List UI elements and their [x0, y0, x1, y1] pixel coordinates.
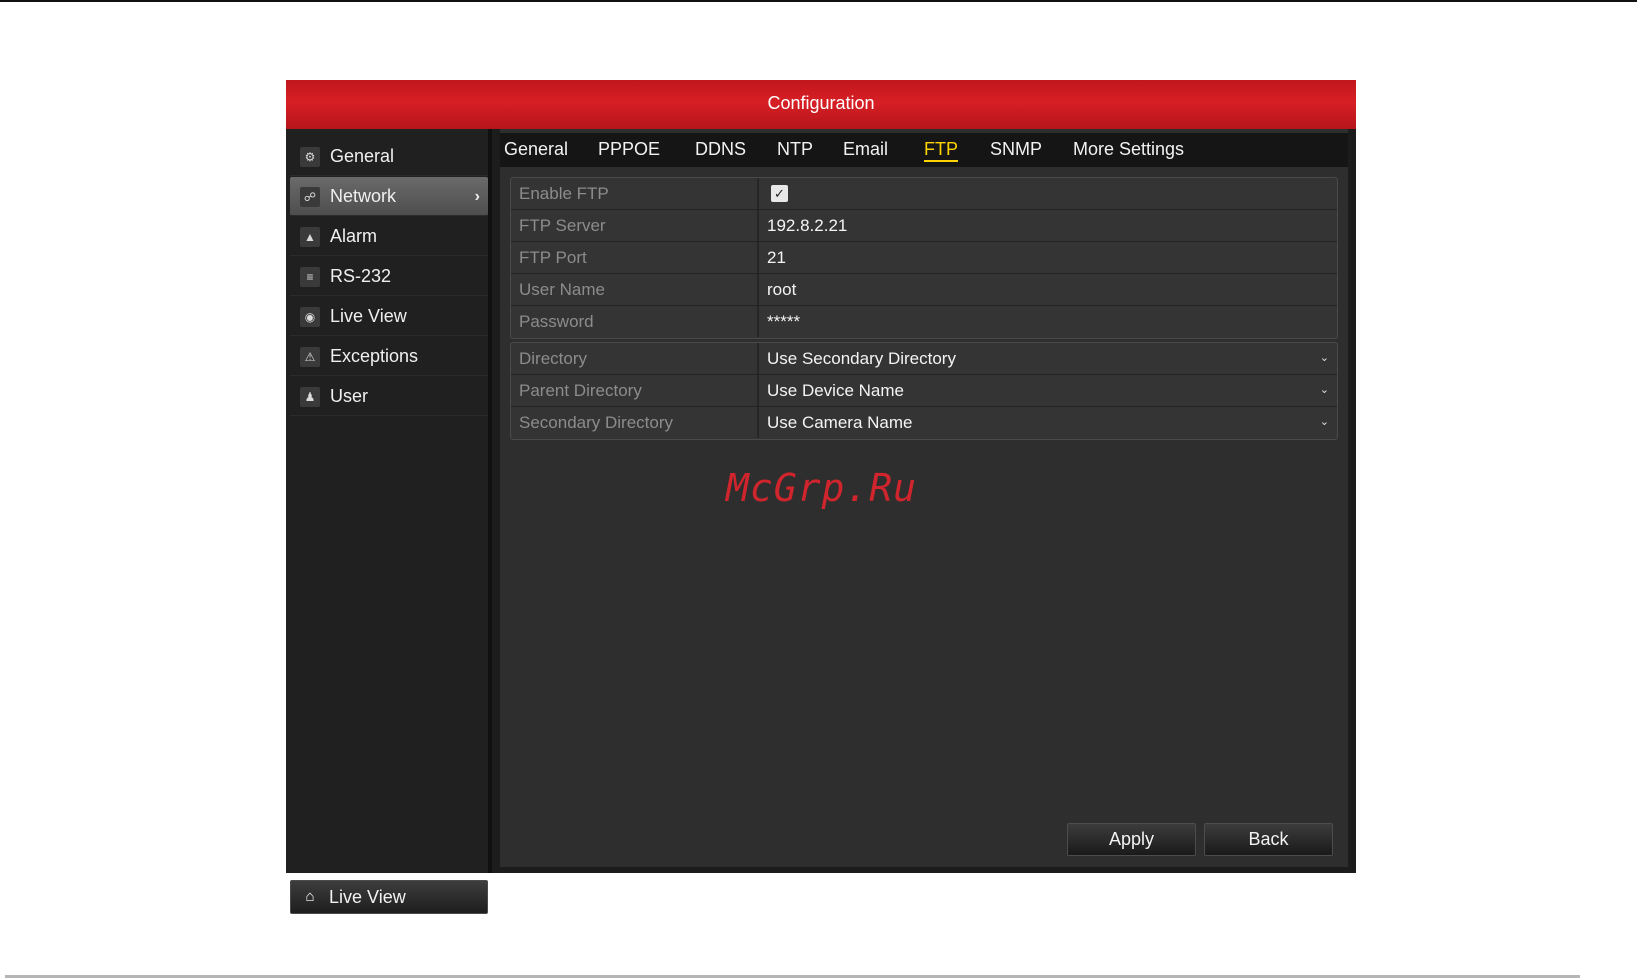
- sidebar-item-label: General: [330, 146, 395, 166]
- enable-ftp-checkbox[interactable]: ✓: [771, 185, 788, 202]
- directory-row: Directory Use Secondary Directory ⌄: [511, 343, 1337, 375]
- password-label: Password: [511, 306, 759, 337]
- parent-directory-row: Parent Directory Use Device Name ⌄: [511, 375, 1337, 407]
- content-panel: General PPPOE DDNS NTP Email FTP SNMP Mo…: [500, 129, 1348, 867]
- tab-ddns[interactable]: DDNS: [695, 133, 746, 167]
- sidebar-item-live-view[interactable]: ◉ Live View: [290, 297, 488, 336]
- tab-bar: General PPPOE DDNS NTP Email FTP SNMP Mo…: [500, 133, 1348, 167]
- sidebar-item-label: Exceptions: [330, 346, 419, 366]
- parent-directory-select[interactable]: Use Device Name ⌄: [761, 375, 1337, 406]
- chevron-down-icon: ⌄: [1319, 384, 1329, 396]
- eye-icon: ◉: [300, 307, 320, 327]
- secondary-directory-label: Secondary Directory: [511, 407, 759, 438]
- parent-directory-select-value: Use Device Name: [767, 381, 904, 400]
- sidebar-item-exceptions[interactable]: ⚠ Exceptions: [290, 337, 488, 376]
- ftp-port-label: FTP Port: [511, 242, 759, 273]
- users-icon: ♟: [300, 387, 320, 407]
- sidebar-item-label: RS-232: [330, 266, 392, 286]
- watermark-text: McGrp.Ru: [726, 466, 918, 510]
- sidebar-item-network[interactable]: ☍ Network ›: [290, 177, 488, 216]
- sidebar-item-label: User: [330, 386, 369, 406]
- ftp-server-label: FTP Server: [511, 210, 759, 241]
- apply-button[interactable]: Apply: [1067, 823, 1196, 856]
- back-button[interactable]: Back: [1204, 823, 1333, 856]
- tab-more-settings[interactable]: More Settings: [1073, 133, 1184, 167]
- chevron-right-icon: ›: [474, 188, 480, 205]
- user-name-row: User Name root: [511, 274, 1337, 306]
- gear-icon: ⚙: [300, 147, 320, 167]
- sidebar-item-alarm[interactable]: ▲ Alarm: [290, 217, 488, 256]
- secondary-directory-select[interactable]: Use Camera Name ⌄: [761, 407, 1337, 438]
- chevron-down-icon: ⌄: [1319, 352, 1329, 364]
- bottom-divider: [5, 975, 1580, 978]
- network-icon: ☍: [300, 187, 320, 207]
- chevron-down-icon: ⌄: [1319, 416, 1329, 428]
- secondary-directory-select-value: Use Camera Name: [767, 413, 913, 432]
- tab-pppoe[interactable]: PPPOE: [598, 133, 660, 167]
- directory-select-value: Use Secondary Directory: [767, 349, 956, 368]
- sidebar-item-general[interactable]: ⚙ General: [290, 137, 488, 176]
- sidebar: ⚙ General ☍ Network › ▲ Alarm ≡ RS-232 ◉…: [286, 129, 492, 914]
- ftp-port-field[interactable]: 21: [761, 242, 1337, 273]
- sidebar-item-user[interactable]: ♟ User: [290, 377, 488, 416]
- parent-directory-label: Parent Directory: [511, 375, 759, 406]
- window-title: Configuration: [286, 80, 1356, 129]
- ftp-server-row: FTP Server 192.8.2.21: [511, 210, 1337, 242]
- user-name-label: User Name: [511, 274, 759, 305]
- bell-icon: ▲: [300, 227, 320, 247]
- top-divider: [0, 0, 1637, 2]
- tab-snmp[interactable]: SNMP: [990, 133, 1042, 167]
- ftp-settings-group: Enable FTP ✓ FTP Server 192.8.2.21 FTP P…: [510, 177, 1338, 339]
- serial-port-icon: ≡: [300, 267, 320, 287]
- warning-icon: ⚠: [300, 347, 320, 367]
- directory-label: Directory: [511, 343, 759, 374]
- secondary-directory-row: Secondary Directory Use Camera Name ⌄: [511, 407, 1337, 439]
- user-name-field[interactable]: root: [761, 274, 1337, 305]
- tab-ftp[interactable]: FTP: [924, 133, 958, 167]
- enable-ftp-row: Enable FTP ✓: [511, 178, 1337, 210]
- sidebar-item-label: Alarm: [330, 226, 378, 246]
- password-field[interactable]: *****: [761, 306, 1337, 337]
- directory-select[interactable]: Use Secondary Directory ⌄: [761, 343, 1337, 374]
- sidebar-item-label: Network: [330, 186, 397, 206]
- home-icon: ⌂: [305, 888, 315, 905]
- live-view-button-label: Live View: [329, 887, 406, 907]
- tab-ntp[interactable]: NTP: [777, 133, 813, 167]
- sidebar-item-rs232[interactable]: ≡ RS-232: [290, 257, 488, 296]
- tab-email[interactable]: Email: [843, 133, 888, 167]
- live-view-button[interactable]: ⌂ Live View: [290, 880, 488, 914]
- ftp-port-row: FTP Port 21: [511, 242, 1337, 274]
- enable-ftp-label: Enable FTP: [511, 178, 759, 209]
- password-row: Password *****: [511, 306, 1337, 338]
- ftp-server-field[interactable]: 192.8.2.21: [761, 210, 1337, 241]
- enable-ftp-value: ✓: [761, 178, 1337, 209]
- tab-general[interactable]: General: [504, 133, 568, 167]
- directory-settings-group: Directory Use Secondary Directory ⌄ Pare…: [510, 342, 1338, 440]
- sidebar-item-label: Live View: [330, 306, 407, 326]
